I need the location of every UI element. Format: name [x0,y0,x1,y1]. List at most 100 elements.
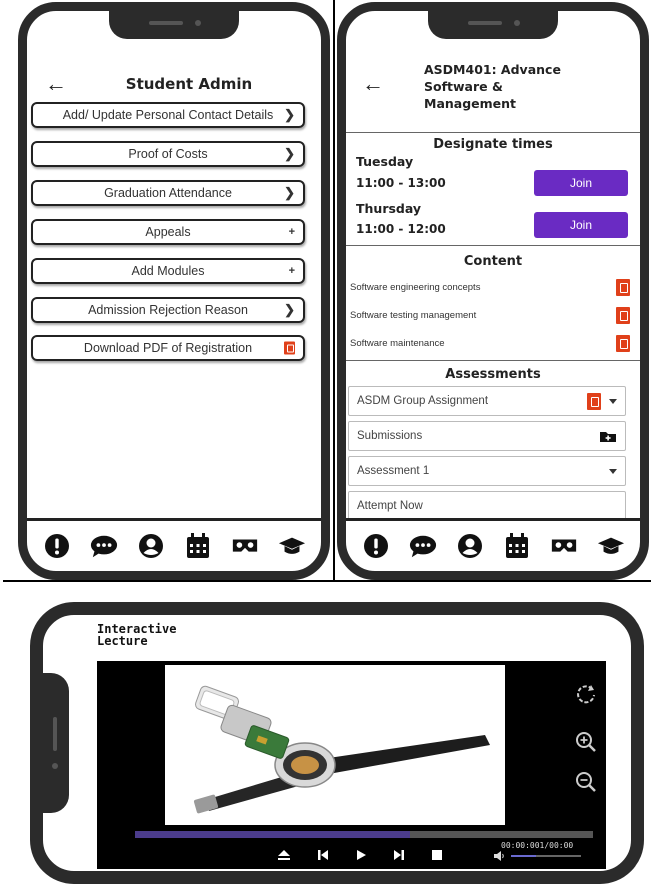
button-label: Appeals [145,225,191,239]
plus-icon: + [288,265,295,277]
add-modules-button[interactable]: Add Modules + [31,258,305,284]
pdf-icon[interactable] [616,335,630,352]
stop-icon[interactable] [431,849,443,861]
video-player[interactable]: 00:00:001/00:00 [97,661,606,869]
volume-control [493,851,581,861]
assessment-label: Assessment 1 [357,465,430,477]
appeals-button[interactable]: Appeals + [31,219,305,245]
volume-fill [511,855,536,857]
designate-times-title: Designate times [433,137,553,152]
module-title: ASDM401: Advance Software & Management [424,61,561,112]
button-label: Graduation Attendance [104,186,232,200]
session-time: 11:00 - 12:00 [356,222,446,236]
phone-notch [43,673,69,813]
phone-module: ← ASDM401: Advance Software & Management… [337,2,649,580]
content-item[interactable]: Software testing management [350,307,630,324]
user-icon[interactable] [137,532,165,560]
button-label: Add Modules [131,264,205,278]
module-title-line: Management [424,96,517,111]
calendar-icon[interactable] [184,532,212,560]
divider [346,360,640,361]
chat-icon[interactable] [90,532,118,560]
assessment-label: ASDM Group Assignment [357,395,489,407]
content-item[interactable]: Software engineering concepts [350,279,630,296]
graduation-attendance-button[interactable]: Graduation Attendance ❯ [31,180,305,206]
back-arrow-icon[interactable]: ← [362,73,384,95]
vr-headset-icon[interactable] [231,532,259,560]
folder-plus-icon[interactable] [599,430,617,443]
eject-icon[interactable] [277,849,291,861]
session-time: 11:00 - 13:00 [356,176,446,190]
chevron-right-icon: ❯ [284,302,295,317]
video-frame[interactable] [165,665,505,825]
progress-fill [135,831,410,838]
join-button[interactable]: Join [534,212,628,238]
panel-divider-horizontal [3,580,651,582]
proof-of-costs-button[interactable]: Proof of Costs ❯ [31,141,305,167]
lecture-title-line: Lecture [97,634,148,648]
pdf-icon [284,341,295,355]
lecture-title: Interactive Lecture [97,623,176,647]
assessments-title: Assessments [445,367,541,382]
graduation-cap-icon[interactable] [278,532,306,560]
panel-divider [333,0,335,582]
playback-controls [277,849,443,861]
attempt-now-button[interactable]: Attempt Now [348,491,626,521]
chevron-right-icon: ❯ [284,185,295,200]
divider [346,245,640,246]
chevron-down-icon[interactable] [609,468,617,474]
phone-student-admin: ← Student Admin Add/ Update Personal Con… [18,2,330,580]
button-label: Add/ Update Personal Contact Details [62,108,274,122]
phone-notch [109,11,239,39]
submissions-row[interactable]: Submissions [348,421,626,451]
skip-back-icon[interactable] [317,849,329,861]
pdf-icon[interactable] [616,279,630,296]
bottom-nav [346,518,640,571]
timecode: 00:00:001/00:00 [501,841,574,850]
skip-forward-icon[interactable] [393,849,405,861]
add-update-contact-button[interactable]: Add/ Update Personal Contact Details ❯ [31,102,305,128]
user-icon[interactable] [456,532,484,560]
exclamation-icon[interactable] [43,532,71,560]
button-label: Proof of Costs [128,147,208,161]
chevron-right-icon: ❯ [284,107,295,122]
join-button[interactable]: Join [534,170,628,196]
play-icon[interactable] [355,849,367,861]
vr-headset-icon[interactable] [550,532,578,560]
calendar-icon[interactable] [503,532,531,560]
chat-icon[interactable] [409,532,437,560]
content-title: Content [463,254,523,269]
chevron-right-icon: ❯ [284,146,295,161]
volume-icon[interactable] [493,851,505,861]
assessment-label: Submissions [357,430,423,442]
button-label: Admission Rejection Reason [88,303,248,317]
divider [346,132,640,133]
pdf-icon[interactable] [616,307,630,324]
assessment-dropdown[interactable]: ASDM Group Assignment [348,386,626,416]
plus-icon: + [288,226,295,238]
content-item-label: Software maintenance [350,338,445,349]
button-label: Download PDF of Registration [83,341,253,355]
phone-notch [428,11,558,39]
content-item[interactable]: Software maintenance [350,335,630,352]
refresh-icon[interactable] [575,683,597,710]
graduation-cap-icon[interactable] [597,532,625,560]
volume-slider[interactable] [511,855,581,857]
exclamation-icon[interactable] [362,532,390,560]
page-title: Student Admin [125,75,253,93]
zoom-out-icon[interactable] [575,771,597,798]
chevron-down-icon[interactable] [609,398,617,404]
download-pdf-registration-button[interactable]: Download PDF of Registration [31,335,305,361]
module-title-line: ASDM401: Advance [424,62,561,77]
admission-rejection-button[interactable]: Admission Rejection Reason ❯ [31,297,305,323]
smartwatch-exploded-image [193,685,490,814]
zoom-in-icon[interactable] [575,731,597,758]
bottom-nav [27,518,321,571]
progress-track[interactable] [135,831,593,838]
content-item-label: Software engineering concepts [350,282,481,293]
assessment-label: Attempt Now [357,500,423,512]
session-day: Thursday [356,201,422,216]
pdf-icon[interactable] [587,392,601,410]
assessment-1-dropdown[interactable]: Assessment 1 [348,456,626,486]
content-item-label: Software testing management [350,310,477,321]
